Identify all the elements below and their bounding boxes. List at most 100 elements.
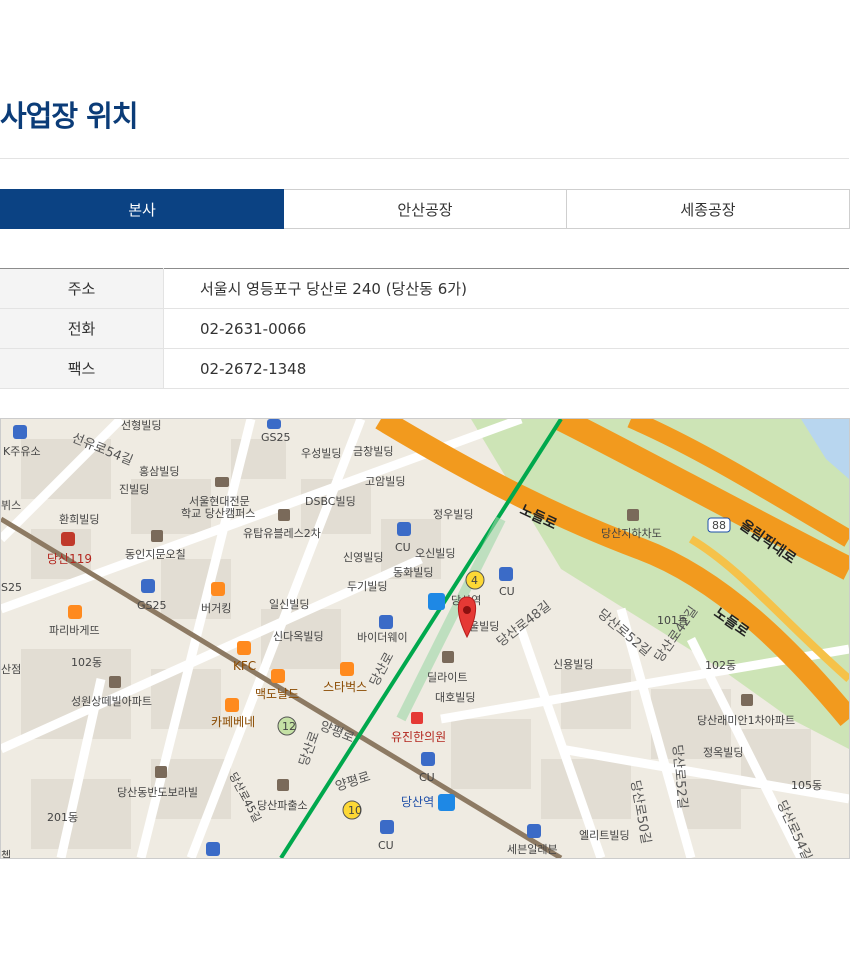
label-k-oil: K주유소 bbox=[3, 445, 41, 458]
label-edge: 뷔스 bbox=[1, 499, 21, 512]
label-105: 105동 bbox=[791, 779, 822, 792]
label-school-2: 학교 당산캠퍼스 bbox=[181, 507, 255, 520]
label-jinbil: 진빌딩 bbox=[119, 483, 149, 496]
building-icon bbox=[627, 509, 639, 521]
phone-value: 02-2631-0066 bbox=[163, 308, 849, 349]
label-ilshin: 일신빌딩 bbox=[269, 597, 309, 611]
label-osin: 오신빌딩 bbox=[415, 547, 455, 560]
label-underpass: 당산지하차도 bbox=[601, 526, 662, 540]
label-mcdonalds: 맥도날드 bbox=[255, 687, 299, 701]
address-row: 주소 서울시 영등포구 당산로 240 (당산동 6가) bbox=[0, 268, 849, 309]
restaurant-icon bbox=[211, 582, 225, 596]
building-icon bbox=[442, 651, 454, 663]
tab-sejong-factory[interactable]: 세종공장 bbox=[567, 189, 850, 229]
restaurant-icon bbox=[271, 669, 285, 683]
label-sinyong: 신용빌딩 bbox=[553, 658, 593, 671]
school-icon bbox=[215, 477, 229, 487]
tab-headquarters[interactable]: 본사 bbox=[0, 189, 284, 229]
map-canvas[interactable]: 선형빌딩 GS25 우성빌딩 금창빌딩 고암빌딩 선유로54길 홍삼빌딩 진빌딩… bbox=[1, 419, 849, 858]
info-table: 주소 서울시 영등포구 당산로 240 (당산동 6가) 전화 02-2631-… bbox=[0, 268, 849, 389]
restaurant-icon bbox=[237, 641, 251, 655]
label-woosung: 우성빌딩 bbox=[301, 447, 341, 460]
label-seonhyeong: 선형빌딩 bbox=[121, 419, 161, 432]
page-title: 사업장 위치 bbox=[0, 99, 138, 133]
address-value: 서울시 영등포구 당산로 240 (당산동 6가) bbox=[163, 268, 849, 309]
shopping-cart-icon bbox=[267, 419, 281, 429]
cafe-icon bbox=[225, 698, 239, 712]
label-burger-king: 버거킹 bbox=[201, 602, 231, 615]
label-gs25: GS25 bbox=[261, 431, 291, 444]
building-icon bbox=[741, 694, 753, 706]
shopping-cart-icon bbox=[206, 842, 220, 856]
shopping-cart-icon bbox=[141, 579, 155, 593]
label-elite: 엘리트빌딩 bbox=[579, 829, 630, 842]
label-102: 102동 bbox=[705, 659, 736, 672]
label-201: 201동 bbox=[47, 811, 78, 824]
label-seven-eleven: 세븐일레븐 bbox=[507, 842, 558, 856]
label-exit-10: 10 bbox=[348, 804, 362, 817]
shopping-cart-icon bbox=[380, 820, 394, 834]
label-dongin: 동인지문오칠 bbox=[125, 548, 186, 561]
label-doogi: 두기빌딩 bbox=[347, 580, 387, 593]
fax-row: 팩스 02-2672-1348 bbox=[0, 348, 849, 389]
subway-station-icon bbox=[438, 794, 455, 811]
bakery-icon bbox=[68, 605, 82, 619]
label-kfc: KFC bbox=[233, 659, 256, 673]
label-starbucks: 스타벅스 bbox=[323, 680, 367, 694]
label-dangsan-station: 당산역 bbox=[401, 795, 434, 809]
fire-station-icon bbox=[61, 532, 75, 546]
address-label: 주소 bbox=[0, 268, 164, 309]
label-101: 101동 bbox=[657, 614, 688, 627]
label-gs25: S25 bbox=[1, 581, 22, 594]
label-route-88: 88 bbox=[712, 519, 726, 532]
location-tabs: 본사 안산공장 세종공장 bbox=[0, 189, 850, 229]
label-cafebene: 카페베네 bbox=[211, 715, 255, 729]
tab-ansan-factory[interactable]: 안산공장 bbox=[284, 189, 567, 229]
police-icon bbox=[277, 779, 289, 791]
label-exit-4: 4 bbox=[471, 574, 478, 587]
label-sindaok: 신다옥빌딩 bbox=[273, 630, 324, 643]
label-edge: 쳅 bbox=[1, 849, 11, 858]
label-raemian: 당산래미안1차아파트 bbox=[697, 714, 795, 727]
shopping-cart-icon bbox=[397, 522, 411, 536]
label-utop: 유탑유블레스2차 bbox=[243, 527, 321, 540]
location-map[interactable]: 선형빌딩 GS25 우성빌딩 금창빌딩 고암빌딩 선유로54길 홍삼빌딩 진빌딩… bbox=[0, 418, 850, 859]
fax-value: 02-2672-1348 bbox=[163, 348, 849, 389]
label-102: 102동 bbox=[71, 656, 102, 669]
label-gs25: GS25 bbox=[137, 599, 167, 612]
label-delight: 딜라이트 bbox=[427, 671, 467, 684]
hospital-icon bbox=[411, 712, 423, 724]
building-icon bbox=[155, 766, 167, 778]
shopping-cart-icon bbox=[421, 752, 435, 766]
label-exit-12: 12 bbox=[282, 720, 296, 733]
map-pin-center bbox=[463, 606, 471, 614]
label-dangsan119: 당산119 bbox=[47, 552, 92, 566]
label-cu: CU bbox=[395, 541, 411, 554]
shopping-cart-icon bbox=[379, 615, 393, 629]
label-goam: 고암빌딩 bbox=[365, 475, 405, 488]
title-divider bbox=[0, 158, 849, 159]
label-cu: CU bbox=[419, 771, 435, 784]
label-cu: CU bbox=[378, 839, 394, 852]
label-geumchang: 금창빌딩 bbox=[353, 445, 393, 458]
label-dsbc: DSBC빌딩 bbox=[305, 495, 356, 508]
building-icon bbox=[151, 530, 163, 542]
label-police-box: 당산파출소 bbox=[257, 799, 308, 812]
building-icon bbox=[278, 509, 290, 521]
label-shinyoung: 신영빌딩 bbox=[343, 551, 383, 564]
label-cu: CU bbox=[499, 585, 515, 598]
subway-station-icon bbox=[428, 593, 445, 610]
label-edge: 산점 bbox=[1, 663, 21, 676]
label-jeongok: 정옥빌딩 bbox=[703, 746, 743, 759]
label-bando: 당산동반도보라빌 bbox=[117, 786, 198, 799]
cafe-icon bbox=[340, 662, 354, 676]
gas-station-icon bbox=[13, 425, 27, 439]
label-sungwon: 성원상떼빌아파트 bbox=[71, 695, 152, 708]
phone-label: 전화 bbox=[0, 308, 164, 349]
label-hwanhee: 환희빌딩 bbox=[59, 513, 99, 526]
building-icon bbox=[109, 676, 121, 688]
label-jungwoo: 정우빌딩 bbox=[433, 508, 473, 521]
phone-row: 전화 02-2631-0066 bbox=[0, 308, 849, 349]
label-daeho: 대호빌딩 bbox=[435, 691, 475, 704]
label-buy-the-way: 바이더웨이 bbox=[357, 631, 408, 644]
